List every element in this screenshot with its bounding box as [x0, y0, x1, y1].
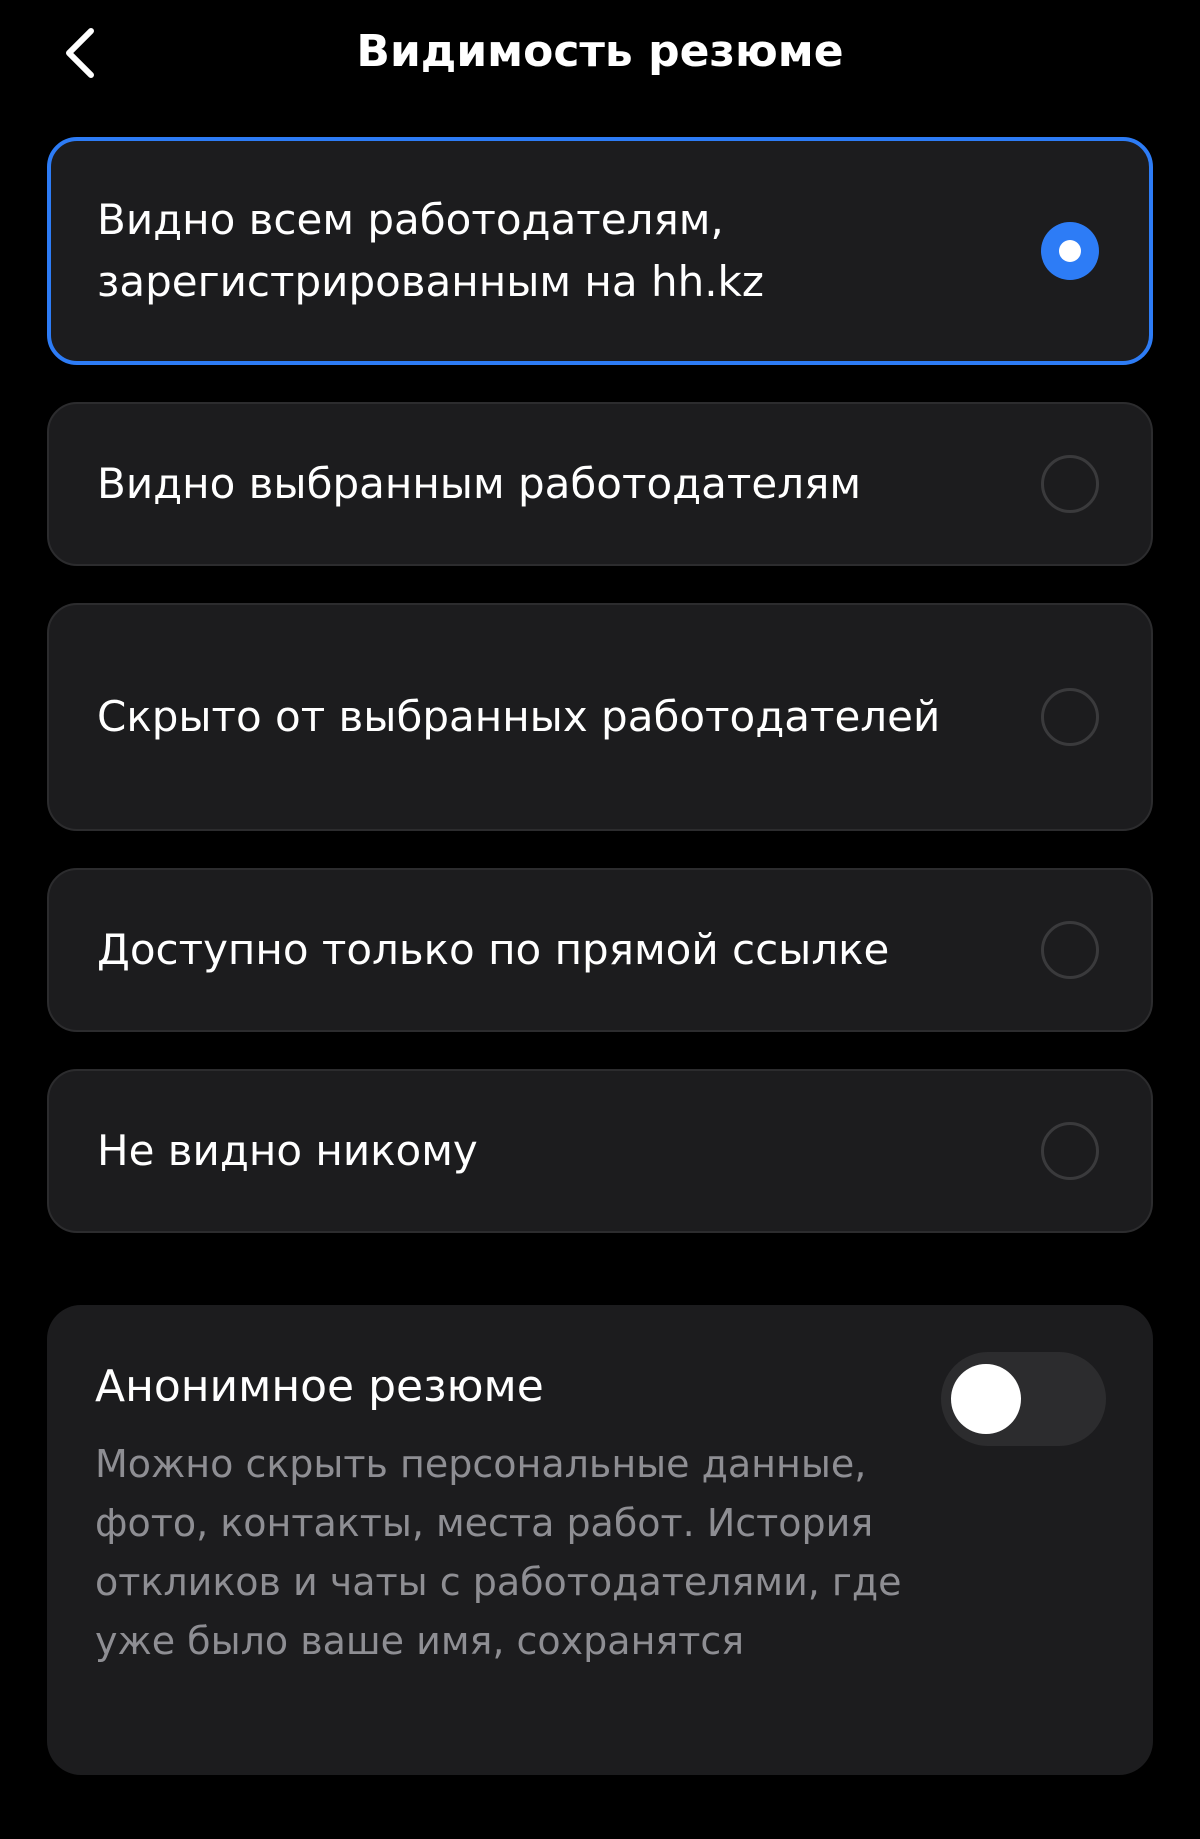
anonymous-resume-toggle[interactable]	[941, 1352, 1106, 1446]
visibility-options-list: Видно всем работодателям, зарегистрирова…	[47, 137, 1153, 1270]
visibility-option-direct-link[interactable]: Доступно только по прямой ссылке	[47, 868, 1153, 1032]
visibility-option-nobody[interactable]: Не видно никому	[47, 1069, 1153, 1233]
radio-unselected-icon[interactable]	[1041, 1122, 1099, 1180]
option-label: Скрыто от выбранных работодателей	[97, 692, 941, 741]
page-title: Видимость резюме	[356, 26, 844, 77]
radio-selected-icon[interactable]	[1041, 222, 1099, 280]
anonymous-resume-card: Анонимное резюме Можно скрыть персональн…	[47, 1305, 1153, 1775]
option-label: Не видно никому	[97, 1126, 478, 1175]
radio-unselected-icon[interactable]	[1041, 688, 1099, 746]
anonymous-resume-title: Анонимное резюме	[95, 1361, 544, 1412]
option-label: Видно всем работодателям, зарегистрирова…	[97, 195, 764, 306]
visibility-option-selected-employers[interactable]: Видно выбранным работодателям	[47, 402, 1153, 566]
visibility-option-hidden-from-selected[interactable]: Скрыто от выбранных работодателей	[47, 603, 1153, 831]
radio-unselected-icon[interactable]	[1041, 455, 1099, 513]
header: Видимость резюме	[0, 0, 1200, 110]
radio-unselected-icon[interactable]	[1041, 921, 1099, 979]
visibility-option-all-employers[interactable]: Видно всем работодателям, зарегистрирова…	[47, 137, 1153, 365]
toggle-knob	[951, 1364, 1021, 1434]
option-label: Видно выбранным работодателям	[97, 459, 862, 508]
option-label: Доступно только по прямой ссылке	[97, 925, 890, 974]
anonymous-resume-description: Можно скрыть персональные данные, фото, …	[95, 1442, 902, 1663]
